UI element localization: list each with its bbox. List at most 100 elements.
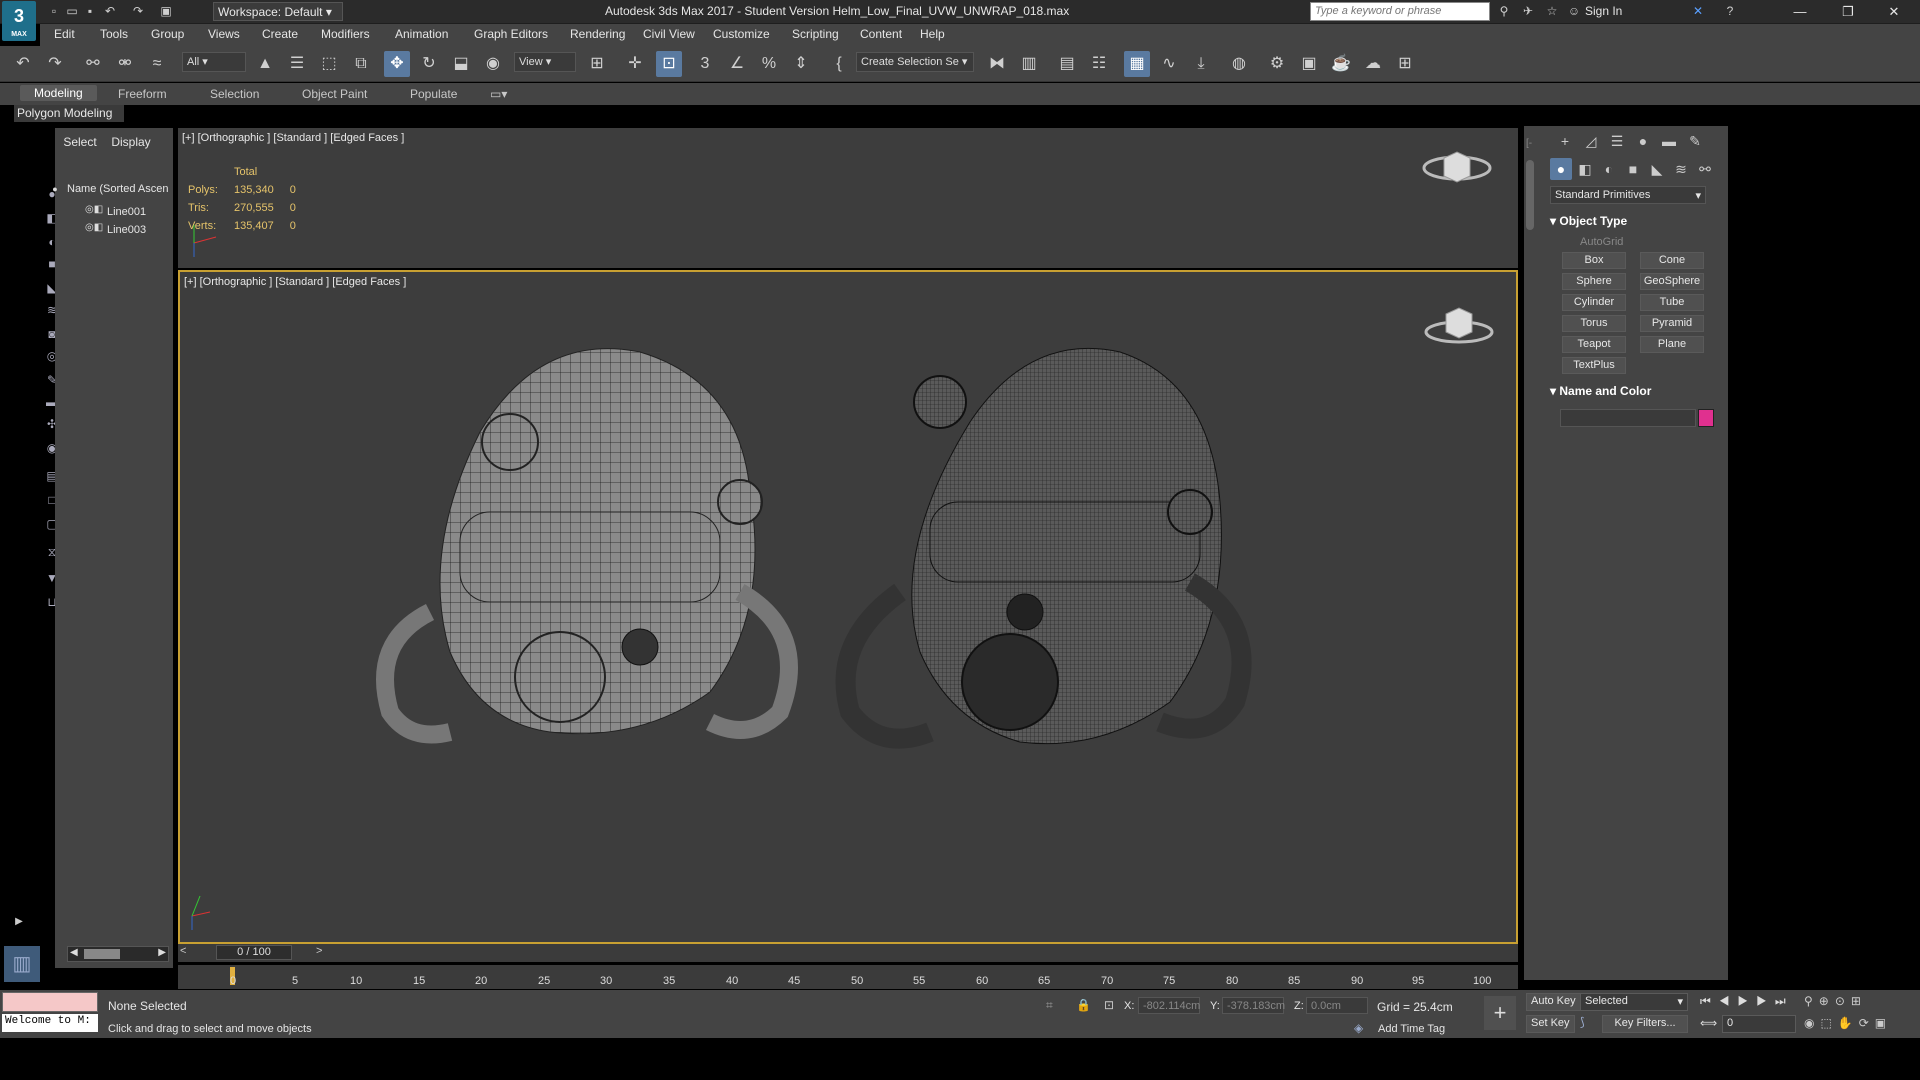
binoculars-icon[interactable]: ⚲ xyxy=(1496,3,1512,19)
selection-lock-icon[interactable]: 🔒 xyxy=(1076,998,1091,1012)
undo-icon[interactable]: ↶ xyxy=(102,3,118,19)
polygon-modeling-panel[interactable]: Polygon Modeling xyxy=(14,105,124,122)
tab-populate[interactable]: Populate xyxy=(410,87,457,101)
time-config-icon[interactable]: ⟺ xyxy=(1700,1016,1717,1030)
pyramid-button[interactable]: Pyramid xyxy=(1640,315,1704,332)
time-tag-icon[interactable]: ◈ xyxy=(1354,1021,1363,1035)
snaps-toggle-icon[interactable]: 3 xyxy=(692,51,718,77)
tab-modeling[interactable]: Modeling xyxy=(20,85,97,101)
new-file-icon[interactable]: ▫ xyxy=(46,3,62,19)
a360-gallery-icon[interactable]: ⊞ xyxy=(1392,51,1418,77)
expand-arrow-icon[interactable]: ▶ xyxy=(10,916,28,932)
sphere-button[interactable]: Sphere xyxy=(1562,273,1626,290)
select-manipulate-icon[interactable]: ✛ xyxy=(622,51,648,77)
time-slider[interactable]: < 0 / 100 > xyxy=(178,944,1518,962)
curve-editor-icon[interactable]: ∿ xyxy=(1156,51,1182,77)
cone-button[interactable]: Cone xyxy=(1640,252,1704,269)
torus-button[interactable]: Torus xyxy=(1562,315,1626,332)
scene-explorer-icon[interactable]: ▦ xyxy=(1124,51,1150,77)
sign-in-link[interactable]: Sign In xyxy=(1585,4,1622,18)
select-and-place-icon[interactable]: ◉ xyxy=(480,51,506,77)
object-name-field[interactable] xyxy=(1560,409,1696,427)
panel-collapse-icon[interactable]: [- xyxy=(1526,138,1532,149)
utilities-tab-icon[interactable]: ✎ xyxy=(1684,130,1706,152)
systems-category-icon[interactable]: ⚯ xyxy=(1694,158,1716,180)
rollout-object-type[interactable]: ▾ Object Type xyxy=(1550,214,1627,228)
toggle-ribbon-icon[interactable]: ☷ xyxy=(1086,51,1112,77)
viewport-pan-orbit-icons[interactable]: ◉⬚✋⟳▣ xyxy=(1804,1016,1892,1030)
layer-explorer-icon[interactable]: ▤ xyxy=(1054,51,1080,77)
favorites-star-icon[interactable]: ☆ xyxy=(1544,3,1560,19)
menu-create[interactable]: Create xyxy=(262,27,298,41)
maxscript-welcome[interactable]: Welcome to M: xyxy=(2,1014,98,1032)
tube-button[interactable]: Tube xyxy=(1640,294,1704,311)
menu-edit[interactable]: Edit xyxy=(54,27,75,41)
menu-modifiers[interactable]: Modifiers xyxy=(321,27,370,41)
percent-snap-icon[interactable]: % xyxy=(756,51,782,77)
rollout-name-and-color[interactable]: ▾ Name and Color xyxy=(1550,384,1651,398)
menu-tools[interactable]: Tools xyxy=(100,27,128,41)
z-coordinate-field[interactable]: 0.0cm xyxy=(1306,997,1368,1014)
window-crossing-icon[interactable]: ⧉ xyxy=(348,51,374,77)
menu-help[interactable]: Help xyxy=(920,27,945,41)
select-and-move-icon[interactable]: ✥ xyxy=(384,51,410,77)
scroll-right-icon[interactable]: ▶ xyxy=(158,947,166,958)
menu-content[interactable]: Content xyxy=(860,27,902,41)
lights-category-icon[interactable]: ◐ xyxy=(1598,158,1620,180)
edit-named-selection-icon[interactable]: { xyxy=(826,51,852,77)
add-time-tag[interactable]: Add Time Tag xyxy=(1378,1023,1445,1035)
link-icon[interactable]: ⚯ xyxy=(80,51,106,77)
render-production-icon[interactable]: ☕ xyxy=(1328,51,1354,77)
viewport-label[interactable]: [+] [Orthographic ] [Standard ] [Edged F… xyxy=(184,276,406,288)
sort-sphere-icon[interactable]: ● xyxy=(48,184,62,198)
object-category-dropdown[interactable]: Standard Primitives ▾ xyxy=(1550,186,1706,204)
key-filters-button[interactable]: Key Filters... xyxy=(1602,1015,1688,1033)
user-icon[interactable]: ☺ xyxy=(1566,3,1582,19)
tab-freeform[interactable]: Freeform xyxy=(118,87,167,101)
helpers-category-icon[interactable]: ◣ xyxy=(1646,158,1668,180)
list-item[interactable]: Line003 xyxy=(107,224,146,236)
scroll-left-icon[interactable]: ◀ xyxy=(70,947,78,958)
project-folder-icon[interactable]: ▣ xyxy=(158,3,174,19)
mirror-icon[interactable]: ⧓ xyxy=(984,51,1010,77)
communication-center-icon[interactable]: ✈ xyxy=(1520,3,1536,19)
menu-views[interactable]: Views xyxy=(208,27,240,41)
ribbon-options-icon[interactable]: ▭▾ xyxy=(490,87,507,101)
time-prev-icon[interactable]: < xyxy=(180,945,186,957)
render-in-cloud-icon[interactable]: ☁ xyxy=(1360,51,1386,77)
hierarchy-tab-icon[interactable]: ☰ xyxy=(1606,130,1628,152)
restore-button[interactable]: ❐ xyxy=(1828,2,1868,22)
track-bar[interactable]: 0 5 10 15 20 25 30 35 40 45 50 55 60 65 … xyxy=(178,965,1518,989)
select-and-rotate-icon[interactable]: ↻ xyxy=(416,51,442,77)
maxscript-listener-input[interactable] xyxy=(2,992,98,1012)
selection-filter-dropdown[interactable]: All ▾ xyxy=(182,52,246,72)
scroll-thumb[interactable] xyxy=(84,949,120,959)
reference-coordinate-dropdown[interactable]: View ▾ xyxy=(514,52,576,72)
viewport-top[interactable]: [+] [Orthographic ] [Standard ] [Edged F… xyxy=(178,128,1518,268)
absolute-mode-icon[interactable]: ⊡ xyxy=(1104,998,1114,1012)
isolate-selection-icon[interactable]: ⌗ xyxy=(1046,998,1053,1013)
set-key-button[interactable]: Set Key xyxy=(1526,1015,1575,1033)
minimize-button[interactable]: — xyxy=(1780,2,1820,22)
teapot-button[interactable]: Teapot xyxy=(1562,336,1626,353)
scene-horizontal-scrollbar[interactable]: ◀ ▶ xyxy=(67,946,169,962)
select-object-icon[interactable]: ▲ xyxy=(252,51,278,77)
display-tab-icon[interactable]: ▬ xyxy=(1658,130,1680,152)
rectangle-selection-icon[interactable]: ⬚ xyxy=(316,51,342,77)
plane-button[interactable]: Plane xyxy=(1640,336,1704,353)
tab-object-paint[interactable]: Object Paint xyxy=(302,87,367,101)
viewport-navigation-icons[interactable]: ⚲⊕⊙⊞ xyxy=(1804,994,1867,1008)
scene-tab-select[interactable]: Select xyxy=(55,135,105,149)
align-icon[interactable]: ▥ xyxy=(1016,51,1042,77)
scene-tab-display[interactable]: Display xyxy=(107,135,155,149)
box-button[interactable]: Box xyxy=(1562,252,1626,269)
viewport-label[interactable]: [+] [Orthographic ] [Standard ] [Edged F… xyxy=(182,132,404,144)
bind-space-warp-icon[interactable]: ≈ xyxy=(144,51,170,77)
workspace-dropdown[interactable]: Workspace: Default ▾ xyxy=(213,2,343,21)
panel-scrollbar[interactable] xyxy=(1526,160,1534,230)
application-menu-button[interactable]: 3 MAX xyxy=(2,1,36,41)
close-button[interactable]: ✕ xyxy=(1874,2,1914,22)
menu-group[interactable]: Group xyxy=(151,27,184,41)
tab-selection[interactable]: Selection xyxy=(210,87,259,101)
key-tangent-icon[interactable]: ⟆ xyxy=(1580,1015,1585,1029)
